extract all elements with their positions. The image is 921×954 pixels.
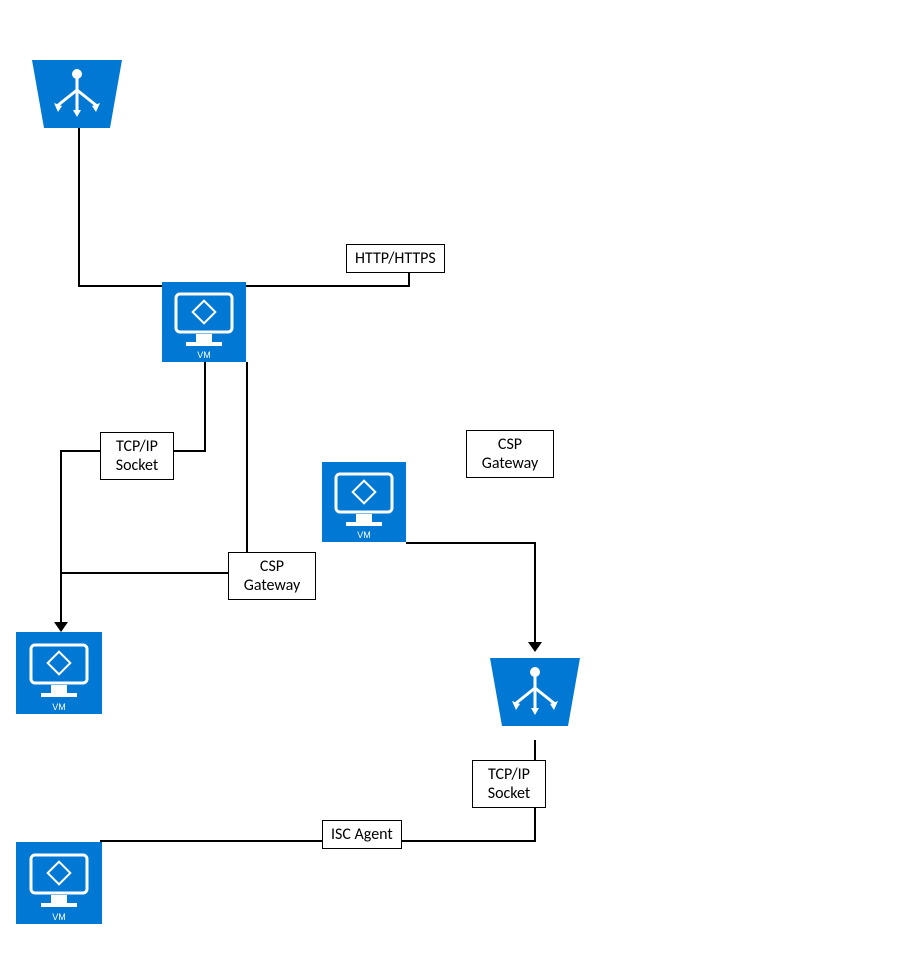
diagram-canvas: { "labels": { "http": "HTTP/HTTPS", "csp…: [0, 0, 921, 954]
vm-caption: VM: [197, 350, 211, 360]
vm-icon-data-2: VM: [16, 842, 102, 929]
label-tcpip-socket-1: TCP/IP Socket: [100, 432, 174, 480]
arrowhead: [528, 642, 542, 652]
vm-icon-web-server-2: VM: [322, 462, 406, 547]
label-isc-agent: ISC Agent: [322, 820, 402, 849]
load-balancer-icon-1: [22, 56, 132, 137]
svg-text:VM: VM: [52, 912, 66, 922]
arrowhead: [54, 622, 68, 632]
label-csp-gateway-2: CSP Gateway: [466, 430, 554, 478]
vm-icon-web-server: VM: [162, 282, 246, 367]
connector: [204, 362, 206, 452]
connector: [100, 840, 536, 842]
connector: [406, 542, 536, 544]
connector: [60, 450, 62, 630]
load-balancer-icon-2: [480, 654, 590, 735]
connector: [534, 542, 536, 650]
vm-icon-data-1: VM: [16, 632, 102, 719]
connector: [60, 572, 248, 574]
svg-text:VM: VM: [357, 530, 371, 540]
connector: [246, 362, 248, 572]
label-http: HTTP/HTTPS: [346, 244, 445, 273]
svg-text:VM: VM: [52, 702, 66, 712]
label-tcpip-socket-2: TCP/IP Socket: [472, 760, 546, 808]
connector: [78, 128, 80, 286]
label-csp-gateway-1: CSP Gateway: [228, 552, 316, 600]
